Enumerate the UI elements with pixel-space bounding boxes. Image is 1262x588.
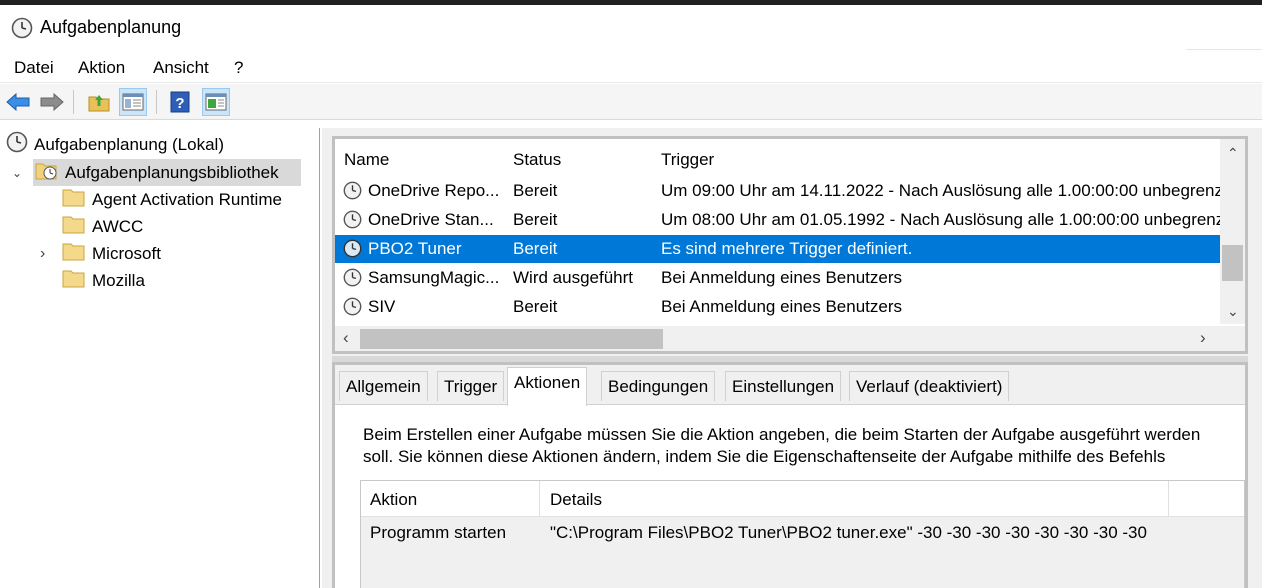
action-details: "C:\Program Files\PBO2 Tuner\PBO2 tuner.… [550,523,1147,542]
description-line: Beim Erstellen einer Aufgabe müssen Sie … [363,425,1201,444]
column-details-header[interactable]: Details [550,490,602,510]
task-trigger: Bei Anmeldung eines Benutzers [661,297,902,316]
vertical-scroll-thumb[interactable] [1222,245,1243,281]
task-trigger: Bei Anmeldung eines Benutzers [661,268,902,287]
folder-clock-icon [35,159,59,186]
scroll-right-icon[interactable]: › [1200,328,1206,348]
menu-ansicht[interactable]: Ansicht [153,58,209,78]
task-trigger: Um 09:00 Uhr am 14.11.2022 - Nach Auslös… [661,181,1220,200]
task-list-header: Name Status Trigger [335,139,1220,177]
task-scheduler-clock-icon [11,17,33,44]
forward-arrow-icon[interactable] [38,88,66,116]
vertical-scrollbar[interactable]: ⌃ ⌄ [1220,139,1245,324]
task-status: Bereit [513,181,558,200]
scroll-down-icon[interactable]: ⌄ [1227,303,1239,320]
task-row-selected[interactable]: PBO2 Tuner Bereit Es sind mehrere Trigge… [335,235,1220,263]
title-bar: Aufgabenplanung [0,5,1262,51]
actions-table: Aktion Details Programm starten "C:\Prog… [360,480,1245,588]
column-name-header[interactable]: Name [344,150,389,170]
folder-label: Mozilla [92,270,145,290]
task-name: SIV [368,297,396,316]
clock-icon [6,131,28,158]
action-type: Programm starten [370,523,507,542]
tree-item-microsoft[interactable]: Microsoft [62,240,161,267]
help-icon[interactable]: ? [166,88,194,116]
task-status: Bereit [513,239,558,258]
show-hide-action-pane-icon[interactable] [202,88,230,116]
action-row[interactable]: Programm starten "C:\Program Files\PBO2 … [361,517,1244,549]
description-line: soll. Sie können diese Aktionen ändern, … [363,447,1166,466]
column-aktion-header[interactable]: Aktion [370,490,417,510]
task-details-pane: Allgemein Trigger Aktionen Bedingungen E… [332,362,1248,588]
menu-datei[interactable]: Datei [14,58,54,78]
task-row[interactable]: SIV Bereit Bei Anmeldung eines Benutzers [335,293,1220,321]
task-clock-icon [343,181,362,205]
tab-bedingungen[interactable]: Bedingungen [601,371,716,401]
back-arrow-icon[interactable] [4,88,32,116]
folder-label: Microsoft [92,243,161,263]
scroll-left-icon[interactable]: ‹ [343,328,349,348]
folder-icon [62,187,86,212]
menu-aktion[interactable]: Aktion [78,58,125,78]
tree-item-awcc[interactable]: AWCC [62,213,143,240]
folder-icon [62,241,86,266]
task-row[interactable]: OneDrive Repo... Bereit Um 09:00 Uhr am … [335,177,1220,205]
chevron-down-icon[interactable]: ⌄ [12,166,22,180]
task-list-pane: Name Status Trigger OneDrive Repo... Ber… [332,136,1248,354]
tree-library-label: Aufgabenplanungsbibliothek [65,162,279,182]
scroll-up-icon[interactable]: ⌃ [1227,145,1239,162]
task-clock-icon [343,210,362,234]
tab-aktionen[interactable]: Aktionen [507,367,588,406]
actions-description: Beim Erstellen einer Aufgabe müssen Sie … [363,424,1243,468]
task-status: Bereit [513,210,558,229]
tab-verlauf[interactable]: Verlauf (deaktiviert) [849,371,1010,401]
task-status: Bereit [513,297,558,316]
toolbar: ? [0,84,1262,120]
task-name: PBO2 Tuner [368,239,462,258]
horizontal-scrollbar[interactable]: ‹ › [335,326,1245,351]
details-tab-strip: Allgemein Trigger Aktionen Bedingungen E… [335,365,1245,406]
menu-bar: Datei Aktion Ansicht ? [0,51,1262,83]
folder-icon [62,214,86,239]
task-clock-icon [343,297,362,321]
tree-root-label: Aufgabenplanung (Lokal) [34,134,224,154]
folder-label: AWCC [92,216,144,236]
tree-item-agent-activation-runtime[interactable]: Agent Activation Runtime [62,186,282,213]
horizontal-scroll-thumb[interactable] [360,329,663,349]
tree-item-library[interactable]: Aufgabenplanungsbibliothek [33,159,301,186]
menu-help[interactable]: ? [234,58,243,78]
column-status-header[interactable]: Status [513,150,561,170]
actions-table-header: Aktion Details [361,481,1244,517]
task-name: OneDrive Repo... [368,181,500,200]
column-trigger-header[interactable]: Trigger [661,150,714,170]
task-status: Wird ausgeführt [513,268,633,287]
svg-text:?: ? [175,95,184,112]
chevron-right-icon[interactable]: › [40,245,45,263]
task-name: OneDrive Stan... [368,210,494,229]
console-tree: Aufgabenplanung (Lokal) ⌄ Aufgabenplanun… [0,128,320,588]
task-clock-icon [343,268,362,292]
folder-label: Agent Activation Runtime [92,189,282,209]
tree-item-mozilla[interactable]: Mozilla [62,267,145,294]
task-clock-icon [343,239,362,263]
task-trigger: Um 08:00 Uhr am 01.05.1992 - Nach Auslös… [661,210,1220,229]
task-row[interactable]: SamsungMagic... Wird ausgeführt Bei Anme… [335,264,1220,292]
folder-icon [62,268,86,293]
tab-einstellungen[interactable]: Einstellungen [725,371,842,401]
folder-up-icon[interactable] [85,88,113,116]
tree-root[interactable]: Aufgabenplanung (Lokal) [6,131,224,158]
task-trigger: Es sind mehrere Trigger definiert. [661,239,913,258]
show-hide-console-tree-icon[interactable] [119,88,147,116]
task-row[interactable]: OneDrive Stan... Bereit Um 08:00 Uhr am … [335,206,1220,234]
tab-allgemein[interactable]: Allgemein [339,371,428,401]
tab-trigger[interactable]: Trigger [437,371,505,401]
window-title: Aufgabenplanung [40,17,182,37]
task-name: SamsungMagic... [368,268,500,287]
